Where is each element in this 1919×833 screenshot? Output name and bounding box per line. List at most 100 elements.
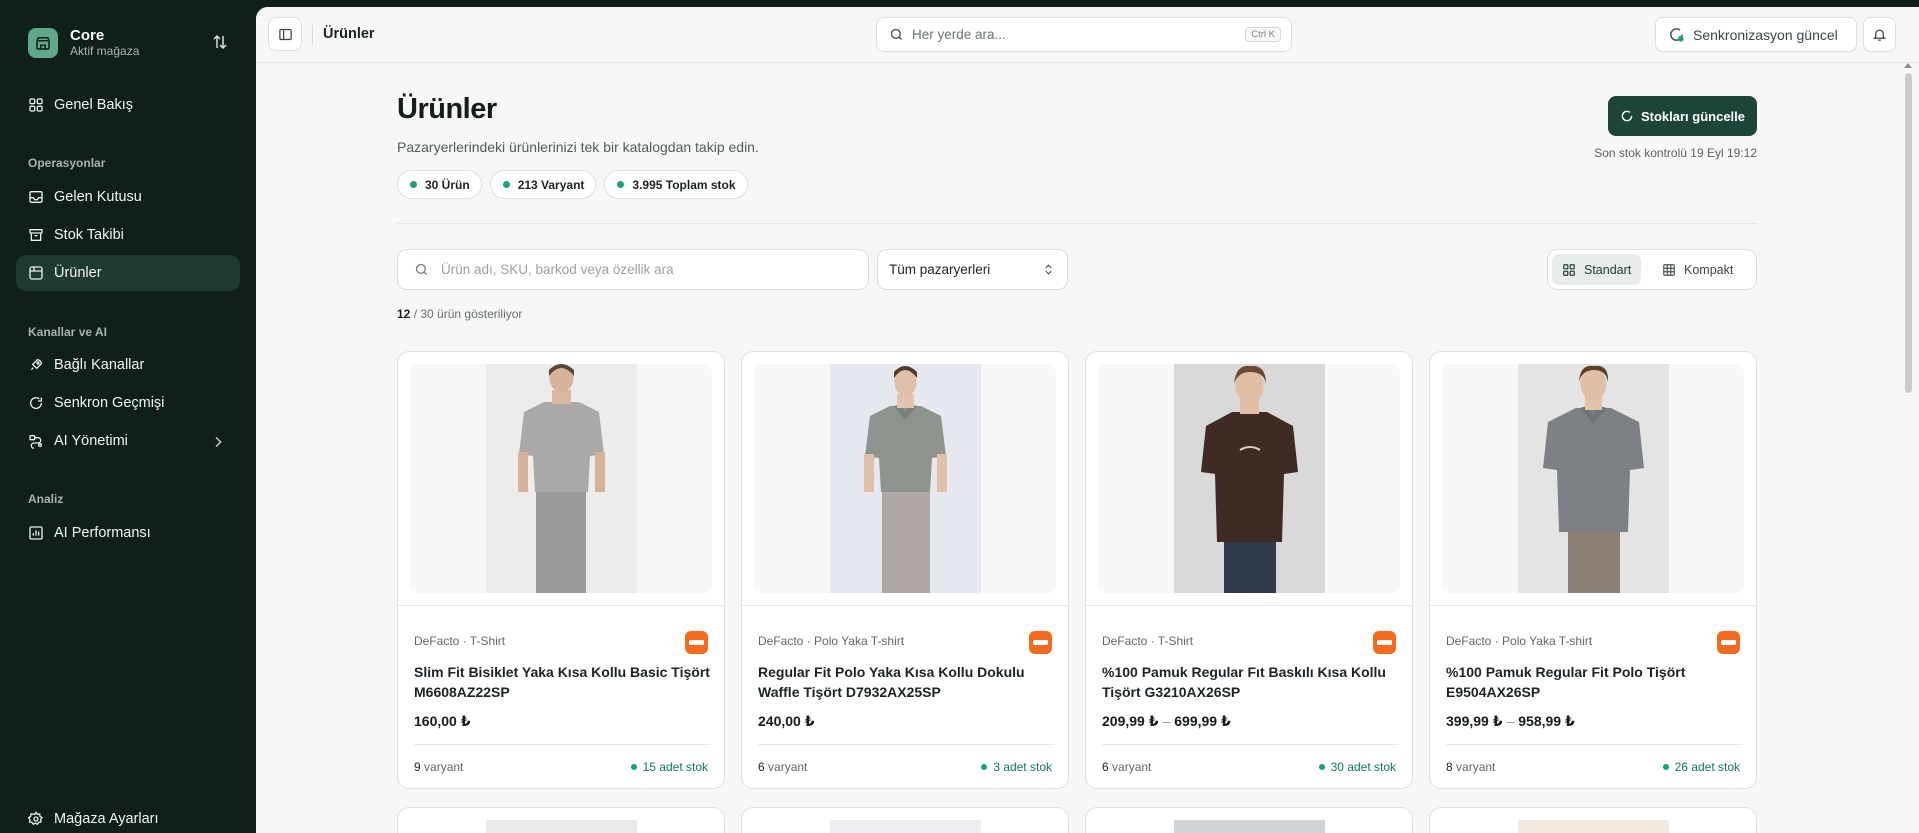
view-compact-button[interactable]: Kompakt bbox=[1652, 254, 1743, 285]
card-divider bbox=[1430, 605, 1756, 606]
product-card[interactable]: DeFacto · T-Shirt %100 Pamuk Regular Fıt… bbox=[1085, 351, 1413, 789]
price-range-dash: – bbox=[1162, 713, 1171, 729]
result-count-shown: 12 bbox=[397, 307, 411, 321]
header-divider bbox=[397, 223, 1757, 224]
nav-stock-tracking[interactable]: Stok Takibi bbox=[16, 217, 240, 253]
card-divider bbox=[758, 744, 1054, 745]
store-switcher[interactable]: Core Aktif mağaza bbox=[28, 27, 139, 59]
product-photo bbox=[830, 820, 981, 833]
card-divider bbox=[1446, 744, 1742, 745]
chevron-right-icon bbox=[215, 436, 222, 448]
nav-ai-perf-label: AI Performansı bbox=[54, 525, 151, 541]
variant-count: 6 varyant bbox=[758, 760, 807, 774]
product-image bbox=[1098, 364, 1400, 593]
nav-channels-label: Bağlı Kanallar bbox=[54, 357, 145, 373]
last-stock-check: Son stok kontrolü 19 Eyl 19:12 bbox=[1594, 146, 1757, 160]
page-scrollbar[interactable] bbox=[1901, 63, 1915, 833]
variant-count-suffix: varyant bbox=[764, 760, 808, 774]
status-dot bbox=[617, 181, 625, 188]
product-title[interactable]: %100 Pamuk Regular Fıt Baskılı Kısa Koll… bbox=[1102, 662, 1398, 702]
view-toggle: Standart Kompakt bbox=[1547, 249, 1757, 290]
page-subtitle: Pazaryerlerindeki ürünlerinizi tek bir k… bbox=[397, 139, 759, 155]
product-card[interactable]: DeFacto · T-Shirt Slim Fit Bisiklet Yaka… bbox=[397, 351, 725, 789]
result-count: 12 / 30 ürün gösteriliyor bbox=[397, 307, 522, 321]
inbox-icon bbox=[29, 191, 43, 203]
store-icon bbox=[28, 28, 58, 58]
nav-connected-channels[interactable]: Bağlı Kanallar bbox=[16, 347, 240, 383]
product-card[interactable] bbox=[1085, 807, 1413, 833]
product-card[interactable] bbox=[397, 807, 725, 833]
nav-products[interactable]: Ürünler bbox=[16, 255, 240, 291]
view-standard-button[interactable]: Standart bbox=[1552, 254, 1642, 285]
stock-status: 15 adet stok bbox=[630, 760, 708, 774]
nav-store-settings[interactable]: Mağaza Ayarları bbox=[16, 801, 240, 833]
rocket-icon bbox=[30, 358, 43, 371]
product-card[interactable]: DeFacto · Polo Yaka T-shirt %100 Pamuk R… bbox=[1429, 351, 1757, 789]
nav-inbox-label: Gelen Kutusu bbox=[54, 189, 142, 205]
nav-products-label: Ürünler bbox=[54, 265, 102, 281]
stock-status-label: 26 adet stok bbox=[1674, 760, 1740, 774]
product-title[interactable]: Regular Fit Polo Yaka Kısa Kollu Dokulu … bbox=[758, 662, 1054, 702]
scroll-thumb[interactable] bbox=[1905, 73, 1912, 393]
notifications-button[interactable] bbox=[1863, 17, 1896, 52]
product-price-range: 399,99 ₺ –958,99 ₺ bbox=[1446, 713, 1575, 730]
grid-icon bbox=[1563, 263, 1575, 276]
shortcut-badge: Ctrl K bbox=[1245, 27, 1281, 42]
product-image bbox=[410, 364, 712, 593]
sort-switch-icon[interactable] bbox=[211, 33, 229, 51]
product-card[interactable] bbox=[741, 807, 1069, 833]
variant-count-suffix: varyant bbox=[1108, 760, 1152, 774]
grid-icon bbox=[29, 98, 43, 112]
sync-status-icon bbox=[1670, 28, 1684, 42]
card-divider bbox=[398, 605, 724, 606]
ai-route-icon bbox=[29, 435, 42, 449]
section-operations: Operasyonlar bbox=[28, 156, 106, 170]
variant-count-value: 6 bbox=[758, 760, 765, 774]
nav-stock-label: Stok Takibi bbox=[54, 227, 124, 243]
product-price-range: 209,99 ₺ –699,99 ₺ bbox=[1102, 713, 1231, 730]
package-icon bbox=[29, 266, 43, 280]
sync-status-button[interactable]: Senkronizasyon güncel bbox=[1655, 17, 1857, 52]
card-divider bbox=[414, 744, 710, 745]
store-status: Aktif mağaza bbox=[70, 44, 140, 58]
variant-count: 9 varyant bbox=[414, 760, 463, 774]
nav-sync-history[interactable]: Senkron Geçmişi bbox=[16, 385, 240, 421]
sidebar-panel-icon bbox=[278, 28, 292, 40]
view-standard-label: Standart bbox=[1584, 262, 1632, 277]
product-card[interactable]: DeFacto · Polo Yaka T-shirt Regular Fit … bbox=[741, 351, 1069, 789]
product-image bbox=[754, 364, 1056, 593]
store-name: Core bbox=[70, 27, 105, 44]
variant-count-suffix: varyant bbox=[420, 760, 464, 774]
product-title[interactable]: %100 Pamuk Regular Fit Polo Tişört E9504… bbox=[1446, 662, 1742, 702]
stat-variants-label: 213 Varyant bbox=[517, 177, 585, 192]
nav-ai-performance[interactable]: AI Performansı bbox=[16, 515, 240, 551]
breadcrumb: Ürünler bbox=[323, 26, 375, 42]
status-dot bbox=[410, 181, 417, 188]
nav-inbox[interactable]: Gelen Kutusu bbox=[16, 179, 240, 215]
price-range-dash: – bbox=[1506, 713, 1515, 729]
nav-ai-management[interactable]: AI Yönetimi bbox=[16, 423, 240, 459]
update-stock-button[interactable]: Stokları güncelle bbox=[1608, 96, 1757, 136]
sidebar: Core Aktif mağaza Genel Bakış Operasyonl… bbox=[0, 0, 256, 833]
stat-chip-products: 30 Ürün bbox=[397, 170, 482, 199]
product-photo bbox=[1174, 820, 1325, 833]
status-dot bbox=[1662, 764, 1669, 770]
product-search-input[interactable]: Ürün adı, SKU, barkod veya özellik ara bbox=[397, 249, 869, 290]
refresh-icon bbox=[1621, 110, 1633, 122]
variant-count-suffix: varyant bbox=[1452, 760, 1496, 774]
stock-status: 3 adet stok bbox=[981, 760, 1052, 774]
scroll-up-arrow[interactable] bbox=[1904, 63, 1912, 68]
product-title[interactable]: Slim Fit Bisiklet Yaka Kısa Kollu Basic … bbox=[414, 662, 710, 702]
product-card[interactable] bbox=[1429, 807, 1757, 833]
card-divider bbox=[1086, 605, 1412, 606]
marketplace-logo-icon bbox=[1029, 631, 1052, 654]
search-icon bbox=[415, 263, 427, 275]
nav-overview[interactable]: Genel Bakış bbox=[16, 87, 240, 123]
global-search-input[interactable]: Her yerde ara... Ctrl K bbox=[876, 17, 1292, 52]
variant-count-value: 8 bbox=[1446, 760, 1453, 774]
stat-products-label: 30 Ürün bbox=[425, 177, 470, 192]
marketplace-select[interactable]: Tüm pazaryerleri bbox=[877, 249, 1068, 290]
sidebar-toggle-button[interactable] bbox=[268, 17, 302, 51]
topbar: Ürünler Her yerde ara... Ctrl K Senkroni… bbox=[256, 7, 1919, 63]
product-photo bbox=[486, 364, 637, 593]
